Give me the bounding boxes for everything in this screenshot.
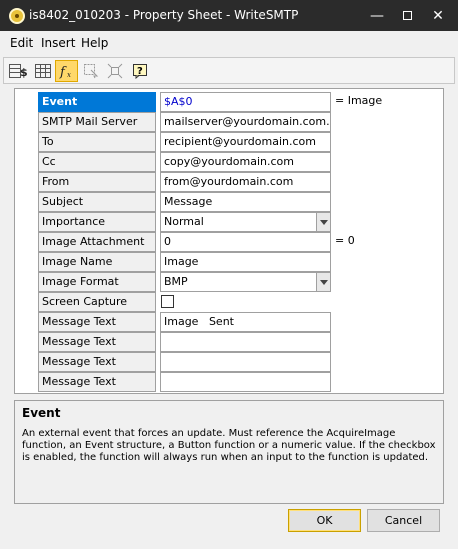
property-label[interactable]: Message Text (38, 372, 156, 392)
property-label[interactable]: From (38, 172, 156, 192)
image-format-value: BMP (164, 275, 188, 288)
message-text-field[interactable] (160, 372, 331, 392)
svg-text:f: f (59, 65, 67, 79)
property-label[interactable]: Subject (38, 192, 156, 212)
property-label[interactable]: Event (38, 92, 156, 112)
image-name-field[interactable]: Image (160, 252, 331, 272)
property-row: Image Attachment 0 (38, 232, 331, 252)
menu-help[interactable]: Help (81, 36, 108, 50)
table-dollar-icon[interactable]: $ (6, 60, 29, 82)
property-label[interactable]: Message Text (38, 332, 156, 352)
description-title: Event (22, 406, 61, 420)
property-row: Cc copy@yourdomain.com (38, 152, 331, 172)
property-row: Screen Capture (38, 292, 330, 312)
title-bar: is8402_010203 - Property Sheet - WriteSM… (0, 0, 458, 31)
property-row: To recipient@yourdomain.com (38, 132, 331, 152)
property-row: SMTP Mail Server mailserver@yourdomain.c… (38, 112, 331, 132)
maximize-icon (402, 11, 412, 20)
chevron-down-icon (319, 219, 328, 225)
toolbar: $ fx ? (3, 57, 455, 84)
screen-capture-checkbox[interactable] (161, 295, 174, 308)
ok-button[interactable]: OK (288, 509, 361, 532)
property-grid: Event $A$0 = Image SMTP Mail Server mail… (14, 88, 444, 394)
importance-select[interactable]: Normal (160, 212, 331, 232)
from-field[interactable]: from@yourdomain.com (160, 172, 331, 192)
chevron-down-icon (319, 279, 328, 285)
property-label[interactable]: Image Name (38, 252, 156, 272)
function-icon[interactable]: fx (55, 60, 78, 82)
app-icon (9, 8, 25, 24)
menu-edit[interactable]: Edit (10, 36, 33, 50)
cancel-button[interactable]: Cancel (367, 509, 440, 532)
subject-field[interactable]: Message (160, 192, 331, 212)
property-row: Message Text (38, 332, 331, 352)
cc-field[interactable]: copy@yourdomain.com (160, 152, 331, 172)
message-text-field[interactable]: Image Sent (160, 312, 331, 332)
grid-icon[interactable] (31, 60, 56, 82)
property-label[interactable]: Message Text (38, 352, 156, 372)
description-text: An external event that forces an update.… (22, 428, 436, 463)
svg-text:$: $ (20, 66, 27, 78)
image-format-select[interactable]: BMP (160, 272, 331, 292)
property-row: Message Text (38, 372, 331, 392)
message-text-field[interactable] (160, 332, 331, 352)
property-label[interactable]: Screen Capture (38, 292, 156, 312)
window-title: is8402_010203 - Property Sheet - WriteSM… (29, 8, 299, 22)
property-label[interactable]: Image Format (38, 272, 156, 292)
dropdown-button[interactable] (316, 213, 330, 231)
event-value-field[interactable]: $A$0 (160, 92, 331, 112)
property-row: Message Text Image Sent (38, 312, 331, 332)
importance-value: Normal (164, 215, 204, 228)
select-icon[interactable] (79, 60, 102, 82)
close-button[interactable]: ✕ (423, 0, 453, 31)
property-label[interactable]: Importance (38, 212, 156, 232)
property-label[interactable]: Message Text (38, 312, 156, 332)
to-field[interactable]: recipient@yourdomain.com (160, 132, 331, 152)
smtp-server-field[interactable]: mailserver@yourdomain.com. (160, 112, 331, 132)
property-row: Subject Message (38, 192, 331, 212)
property-row: Image Format BMP (38, 272, 331, 292)
image-attachment-field[interactable]: 0 (160, 232, 331, 252)
property-row: Message Text (38, 352, 331, 372)
property-row-event: Event $A$0 (38, 92, 331, 112)
property-label[interactable]: Image Attachment (38, 232, 156, 252)
property-row: From from@yourdomain.com (38, 172, 331, 192)
dropdown-button[interactable] (316, 273, 330, 291)
help-icon[interactable]: ? (128, 60, 151, 82)
maximize-button[interactable] (392, 0, 422, 31)
menu-insert[interactable]: Insert (41, 36, 75, 50)
message-text-field[interactable] (160, 352, 331, 372)
description-panel: Event An external event that forces an u… (14, 400, 444, 504)
svg-text:x: x (67, 71, 71, 79)
event-note: = Image (335, 94, 383, 107)
menu-bar: Edit Insert Help (0, 31, 458, 53)
resize-icon[interactable] (103, 60, 126, 82)
minimize-button[interactable]: — (362, 0, 392, 31)
property-label[interactable]: Cc (38, 152, 156, 172)
property-row: Importance Normal (38, 212, 331, 232)
property-row: Image Name Image (38, 252, 331, 272)
svg-text:?: ? (137, 66, 143, 77)
property-label[interactable]: To (38, 132, 156, 152)
image-attachment-note: = 0 (335, 234, 355, 247)
property-label[interactable]: SMTP Mail Server (38, 112, 156, 132)
